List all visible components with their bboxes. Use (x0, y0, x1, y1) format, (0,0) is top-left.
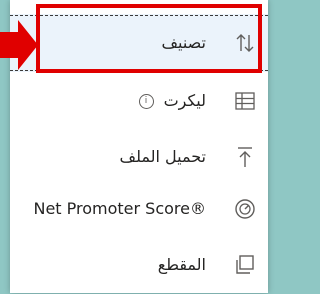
upload-arrow-icon (232, 144, 258, 170)
menu-item-label: i ليكرت (138, 90, 206, 112)
table-grid-icon (232, 88, 258, 114)
menu-item-upload-file[interactable]: تحميل الملف (10, 128, 268, 186)
copy-pages-icon (232, 252, 258, 278)
pointer-arrow-icon (0, 20, 38, 70)
highlight-box (36, 4, 262, 73)
menu-item-label: تحميل الملف (119, 147, 207, 166)
menu-item-section[interactable]: المقطع (10, 236, 268, 294)
info-icon[interactable]: i (138, 94, 154, 109)
menu-item-nps[interactable]: Net Promoter Score® (10, 180, 268, 238)
menu-item-label: Net Promoter Score® (33, 199, 206, 218)
menu-item-label: المقطع (157, 255, 206, 274)
gauge-icon (232, 196, 258, 222)
menu-item-likert[interactable]: i ليكرت (10, 72, 268, 130)
